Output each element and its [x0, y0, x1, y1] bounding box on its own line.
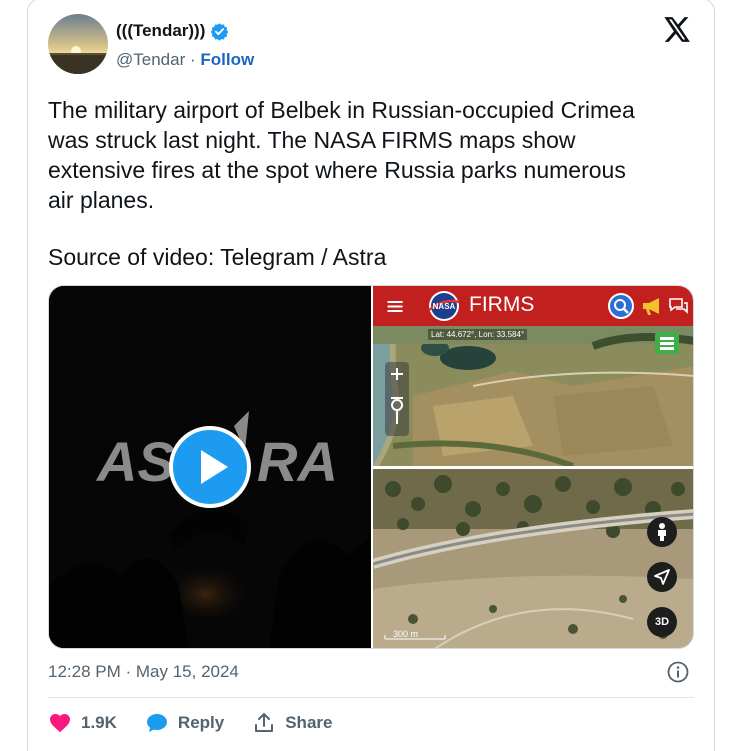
author-name-row: (((Tendar)))	[116, 21, 229, 41]
video-player[interactable]: AS RA	[49, 286, 371, 648]
firms-image[interactable]: ≡ NASA FIRMS Lat: 44.672°, Lon: 33.584° …	[373, 286, 693, 648]
x-logo-icon[interactable]	[664, 17, 691, 42]
tweet-text: The military airport of Belbek in Russia…	[48, 97, 635, 213]
media-container[interactable]: AS RA ≡ NASA FIRMS Lat: 44.672°, Lon: 33…	[48, 285, 694, 649]
nasa-logo-icon: NASA	[428, 291, 460, 321]
megaphone-icon	[643, 298, 659, 315]
zoom-control[interactable]	[385, 362, 409, 436]
share-label: Share	[285, 713, 333, 732]
3d-button[interactable]: 3D	[647, 607, 677, 637]
follow-button[interactable]: Follow	[200, 50, 254, 69]
tweet-source-text: Source of video: Telegram / Astra	[48, 244, 387, 270]
person-icon	[658, 523, 666, 541]
video-watermark-right: RA	[257, 430, 338, 493]
video-watermark-left: AS	[95, 430, 175, 493]
action-bar: 1.9K Reply Share	[48, 710, 360, 736]
divider	[48, 697, 694, 698]
display-name[interactable]: (((Tendar)))	[116, 21, 205, 41]
reply-button[interactable]: Reply	[145, 711, 224, 735]
play-button-icon[interactable]	[168, 425, 252, 509]
menu-icon: ≡	[385, 292, 406, 320]
share-icon	[255, 713, 274, 732]
layers-icon	[660, 337, 674, 350]
satellite-map-bottom: 300 m 3D	[373, 469, 693, 648]
zoom-icons	[391, 368, 404, 424]
person-button[interactable]	[647, 517, 677, 547]
satellite-map-top: Lat: 44.672°, Lon: 33.584°	[373, 326, 693, 466]
satellite-map-top-image	[373, 326, 693, 466]
navigate-arrow-icon	[654, 569, 670, 585]
separator: ·	[189, 50, 196, 69]
info-icon[interactable]	[666, 660, 690, 684]
coordinates-readout: Lat: 44.672°, Lon: 33.584°	[428, 329, 528, 340]
timestamp[interactable]: 12:28 PM · May 15, 2024	[48, 662, 239, 682]
chat-icon	[669, 298, 688, 314]
reply-label: Reply	[177, 713, 225, 732]
firms-header: ≡ NASA FIRMS	[373, 286, 693, 326]
navigate-button[interactable]	[647, 562, 677, 592]
verified-badge-icon	[211, 22, 229, 41]
satellite-map-bottom-image: 300 m	[373, 469, 693, 648]
avatar[interactable]	[48, 14, 108, 74]
share-button[interactable]: Share	[252, 711, 332, 735]
reply-bubble-icon	[146, 714, 167, 732]
search-icon	[608, 293, 634, 319]
like-count: 1.9K	[81, 713, 117, 732]
layers-button[interactable]	[655, 332, 679, 354]
scale-label: 300 m	[393, 629, 418, 639]
nasa-label: NASA	[433, 302, 456, 311]
handle[interactable]: @Tendar	[116, 50, 185, 69]
like-button[interactable]: 1.9K	[48, 711, 117, 735]
firms-title: FIRMS	[469, 293, 535, 316]
avatar-image	[48, 14, 108, 74]
3d-label: 3D	[654, 616, 670, 628]
heart-icon	[50, 714, 70, 733]
handle-row: @Tendar · Follow	[116, 50, 254, 70]
